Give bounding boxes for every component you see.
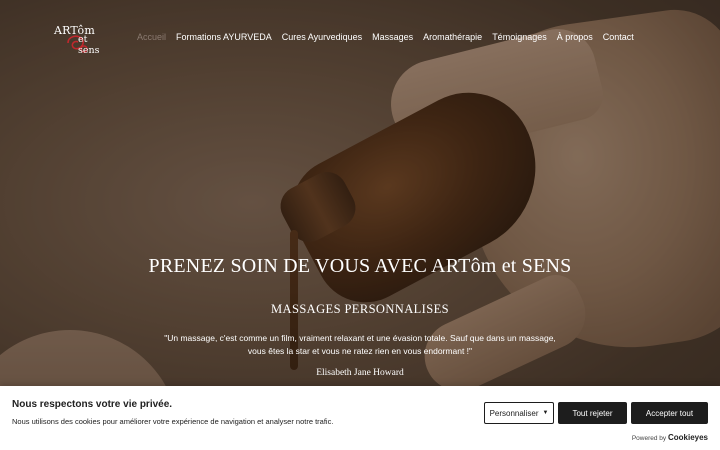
hero-title: PRENEZ SOIN DE VOUS AVEC ARTôm et SENS (148, 255, 572, 277)
hero-overlay (0, 0, 720, 450)
nav-item-massages[interactable]: Massages (372, 32, 413, 42)
site-logo[interactable]: ARTôm et sens (50, 18, 110, 58)
logo-text-etsens: et sens (78, 34, 100, 56)
customize-button[interactable]: Personnaliser ▼ (484, 402, 554, 424)
quote-author: Elisabeth Jane Howard (316, 368, 404, 378)
cookie-title: Nous respectons votre vie privée. (12, 399, 173, 410)
nav-item-temoignages[interactable]: Témoignages (492, 32, 547, 42)
quote-line-1: "Un massage, c'est comme un film, vraime… (164, 333, 556, 343)
quote-line-2: vous êtes la star et vous ne ratez rien … (247, 345, 473, 356)
cookie-description: Nous utilisons des cookies pour améliore… (12, 417, 334, 426)
nav-item-cures[interactable]: Cures Ayurvediques (282, 32, 362, 42)
main-nav: Accueil Formations AYURVEDA Cures Ayurve… (137, 32, 644, 42)
cookieyes-brand: Cookieyes (667, 433, 708, 442)
hero-quote: "Un massage, c'est comme un film, vraime… (160, 332, 560, 357)
powered-prefix: Powered by (631, 435, 667, 442)
powered-by[interactable]: Powered by Cookieyes (632, 433, 708, 442)
accept-all-button[interactable]: Accepter tout (631, 402, 708, 424)
nav-item-aromatherapie[interactable]: Aromathérapie (423, 32, 482, 42)
hero-section: ARTôm et sens Accueil Formations AYURVED… (0, 0, 720, 450)
hero-subtitle: MASSAGES PERSONNALISES (271, 302, 449, 316)
nav-item-accueil[interactable]: Accueil (137, 32, 166, 42)
nav-item-a-propos[interactable]: À propos (557, 32, 593, 42)
customize-label: Personnaliser (489, 408, 539, 418)
reject-all-button[interactable]: Tout rejeter (558, 402, 627, 424)
nav-item-formations[interactable]: Formations AYURVEDA (176, 32, 272, 42)
cookie-banner: Nous respectons votre vie privée. Nous u… (0, 386, 720, 450)
nav-item-contact[interactable]: Contact (603, 32, 634, 42)
caret-down-icon: ▼ (542, 410, 549, 416)
